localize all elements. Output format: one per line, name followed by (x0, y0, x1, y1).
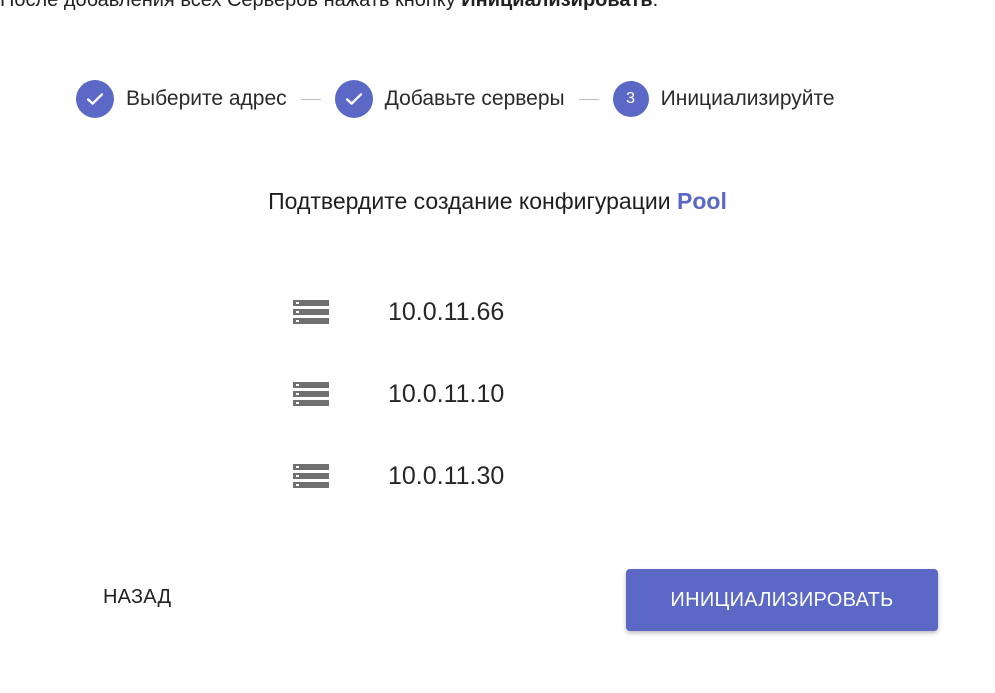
server-icon (293, 379, 329, 409)
init-wizard-page: После добавления всех Серверов нажать кн… (0, 0, 995, 693)
server-list: 10.0.11.66 10.0.11.10 10.0.11.30 (293, 292, 504, 538)
step-initialize: 3 Инициализируйте (612, 81, 835, 117)
step-select-address: Выберите адрес (76, 80, 287, 118)
server-address: 10.0.11.66 (388, 297, 505, 326)
step-label: Выберите адрес (126, 87, 287, 110)
instruction-suffix: . (652, 0, 659, 11)
step-connector (578, 98, 599, 100)
list-item: 10.0.11.10 (293, 374, 504, 414)
server-icon (293, 297, 329, 327)
step-number-badge: 3 (612, 81, 649, 117)
server-address: 10.0.11.10 (388, 379, 505, 408)
list-item: 10.0.11.30 (293, 456, 504, 496)
confirm-prefix: Подтвердите создание конфигурации (268, 188, 677, 214)
list-item: 10.0.11.66 (293, 292, 504, 332)
check-icon (76, 80, 114, 118)
step-add-servers: Добавьте серверы (334, 80, 565, 118)
step-label: Добавьте серверы (384, 87, 565, 110)
server-address: 10.0.11.30 (388, 461, 505, 490)
wizard-stepper: Выберите адрес Добавьте серверы 3 Инициа… (76, 80, 835, 118)
step-connector (300, 98, 321, 100)
initialize-button[interactable]: ИНИЦИАЛИЗИРОВАТЬ (626, 569, 938, 631)
instruction-text: После добавления всех Серверов нажать кн… (0, 0, 658, 12)
check-icon (334, 80, 373, 118)
server-icon (293, 461, 329, 491)
step-label: Инициализируйте (660, 87, 835, 110)
confirm-title: Подтвердите создание конфигурации Pool (0, 188, 995, 215)
config-name: Pool (677, 188, 727, 214)
back-button[interactable]: НАЗАД (103, 586, 171, 609)
instruction-bold: Инициализировать (461, 0, 653, 11)
instruction-prefix: После добавления всех Серверов нажать кн… (0, 0, 462, 11)
